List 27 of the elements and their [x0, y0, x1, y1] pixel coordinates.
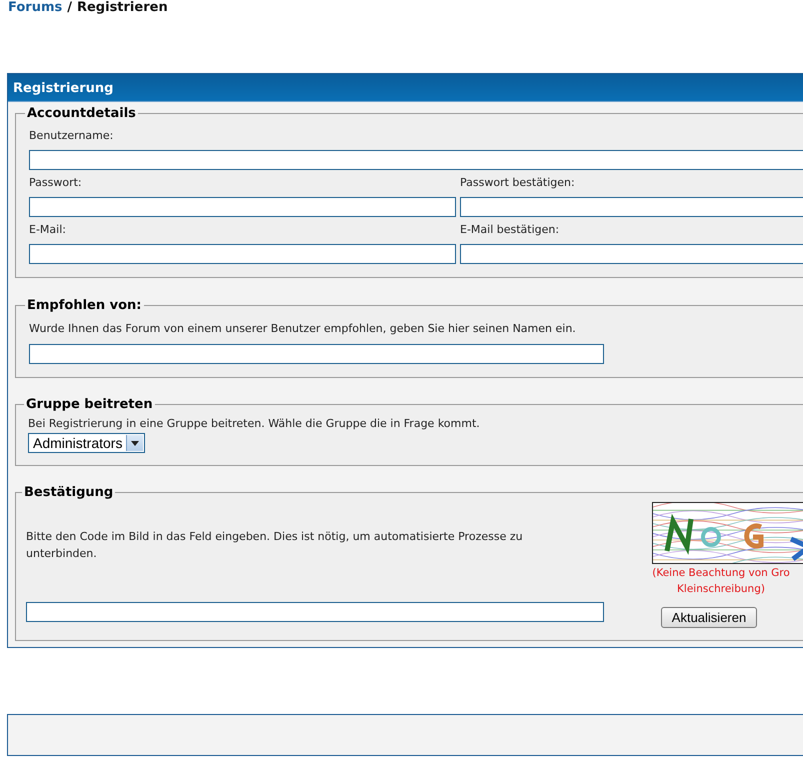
section-title: Bestätigung: [23, 485, 114, 500]
breadcrumb-separator: /: [67, 0, 72, 15]
field-label: Passwort:: [29, 176, 83, 189]
input-field[interactable]: [460, 197, 803, 217]
field-label: E-Mail bestätigen:: [460, 223, 560, 236]
referrer-field[interactable]: [29, 344, 604, 364]
input-field[interactable]: [29, 244, 456, 264]
username-field[interactable]: [29, 150, 803, 170]
caret-icon: [131, 440, 140, 446]
input-field[interactable]: [460, 244, 803, 264]
panel-title: Registrierung: [8, 74, 803, 102]
field-label: Benutzername:: [29, 129, 114, 142]
refresh-button[interactable]: Aktualisieren: [660, 607, 758, 628]
captcha-note: (Keine Beachtung von Gro Kleinschreibung): [652, 566, 790, 597]
captcha-field[interactable]: [26, 602, 604, 622]
hint-text: Bitte den Code im Bild in das Feld eingeben. Dies ist nötig, um automatisierte Prozesse zu unterbinden.: [26, 529, 524, 562]
hint-text: Bei Registrierung in eine Gruppe beitreten. Wähle die Gruppe die in Frage kommt.: [28, 416, 481, 432]
forums-link[interactable]: Forums: [8, 0, 62, 15]
section-title: Empfohlen von:: [26, 298, 142, 313]
field-label: Passwort bestätigen:: [460, 176, 576, 189]
input-field[interactable]: [29, 197, 456, 217]
field-label: E-Mail:: [29, 223, 67, 236]
hint-text: Wurde Ihnen das Forum von einem unserer Benutzer empfohlen, geben Sie hier seinen Namen ein.: [29, 321, 577, 337]
group-dropdown[interactable]: Administrators: [28, 433, 146, 453]
section-title: Accountdetails: [26, 106, 137, 121]
section-title: Gruppe beitreten: [25, 397, 154, 412]
breadcrumb-current: Registrieren: [76, 0, 168, 15]
